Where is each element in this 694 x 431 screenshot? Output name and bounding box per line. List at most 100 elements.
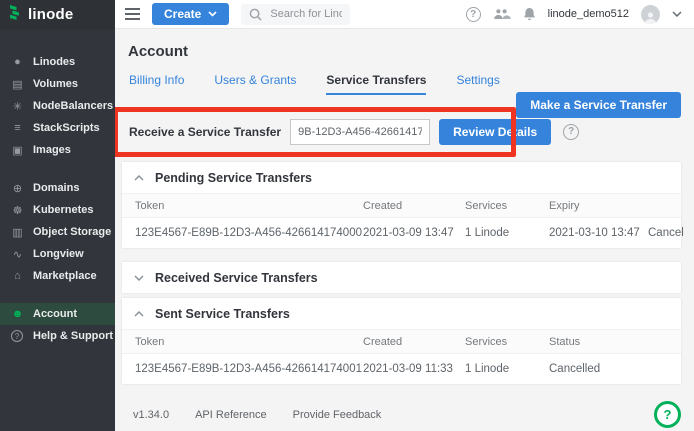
hamburger-menu-icon[interactable]	[125, 8, 140, 20]
cancel-transfer-link[interactable]: Cancel	[648, 227, 684, 239]
sidebar-item-label: StackScripts	[33, 122, 100, 134]
linode-logo[interactable]: linode	[0, 0, 115, 29]
page-title: Account	[128, 43, 681, 60]
collapse-caret-up-icon	[134, 311, 144, 317]
create-button[interactable]: Create	[152, 3, 229, 25]
column-status: Status	[549, 336, 624, 348]
sent-created-cell: 2021-03-09 11:33	[363, 363, 465, 375]
sidebar-item-label: Help & Support	[33, 330, 113, 342]
tab-billing-info[interactable]: Billing Info	[129, 73, 184, 95]
sidebar-item-volumes[interactable]: ▤ Volumes	[0, 73, 115, 95]
domain-globe-icon: ⊕	[11, 182, 24, 195]
column-expiry: Expiry	[549, 200, 624, 212]
sidebar: linode ● Linodes ▤ Volumes ✳ NodeBalance…	[0, 0, 115, 431]
search-placeholder: Search for Linodes, Volumes, NodeBalance…	[270, 8, 341, 20]
help-icon[interactable]: ?	[466, 7, 481, 22]
sidebar-item-account[interactable]: ☻ Account	[0, 303, 115, 325]
topbar: Create Search for Linodes, Volumes, Node…	[115, 0, 694, 29]
community-icon[interactable]	[493, 8, 511, 20]
sent-transfers-card: Sent Service Transfers Token Created Ser…	[122, 298, 681, 384]
received-transfers-header[interactable]: Received Service Transfers	[122, 262, 681, 293]
pending-created-cell: 2021-03-09 13:47	[363, 227, 465, 239]
receive-help-icon[interactable]: ?	[563, 124, 579, 140]
pending-expiry-cell: 2021-03-10 13:47	[549, 227, 640, 239]
column-services: Services	[465, 336, 549, 348]
tab-users-grants[interactable]: Users & Grants	[214, 73, 296, 95]
column-created: Created	[363, 200, 465, 212]
search-input[interactable]: Search for Linodes, Volumes, NodeBalance…	[241, 4, 349, 25]
receive-transfer-label: Receive a Service Transfer	[129, 125, 281, 139]
sidebar-item-label: Volumes	[33, 78, 78, 90]
avatar[interactable]	[641, 5, 660, 24]
sent-transfers-header[interactable]: Sent Service Transfers	[122, 298, 681, 329]
api-reference-link[interactable]: API Reference	[195, 409, 267, 421]
chevron-down-icon	[208, 11, 217, 17]
pending-transfers-header[interactable]: Pending Service Transfers	[122, 162, 681, 193]
sidebar-item-stackscripts[interactable]: ≡ StackScripts	[0, 117, 115, 139]
column-token: Token	[135, 200, 363, 212]
sent-status-cell: Cancelled	[549, 363, 624, 375]
sidebar-item-label: Images	[33, 144, 71, 156]
receive-transfer-row: Receive a Service Transfer Review Detail…	[129, 118, 681, 145]
received-transfers-title: Received Service Transfers	[155, 271, 318, 285]
footer: v1.34.0 API Reference Provide Feedback	[133, 409, 681, 421]
table-row: 123E4567-E89B-12D3-A456-426614174001 202…	[122, 354, 681, 384]
sent-table-header: Token Created Services Status	[122, 329, 681, 354]
sidebar-item-help-support[interactable]: ? Help & Support	[0, 325, 115, 347]
linode-icon: ●	[11, 56, 24, 68]
linode-logo-icon	[9, 4, 23, 25]
sidebar-item-label: Account	[33, 308, 77, 320]
bucket-icon: ▥	[11, 226, 24, 239]
sent-transfers-title: Sent Service Transfers	[155, 307, 290, 321]
pending-transfers-title: Pending Service Transfers	[155, 171, 312, 185]
pending-table-header: Token Created Services Expiry	[122, 193, 681, 218]
sidebar-item-label: NodeBalancers	[33, 100, 113, 112]
notifications-bell-icon[interactable]	[523, 7, 536, 21]
make-service-transfer-button[interactable]: Make a Service Transfer	[516, 92, 681, 118]
review-details-button[interactable]: Review Details	[439, 119, 551, 145]
main-content: Account Billing Info Users & Grants Serv…	[115, 29, 694, 431]
pending-token-link[interactable]: 123E4567-E89B-12D3-A456-426614174000	[135, 227, 363, 239]
pending-services-cell: 1 Linode	[465, 227, 549, 239]
waveform-icon: ∿	[11, 248, 24, 261]
image-icon: ▣	[11, 144, 24, 157]
sidebar-item-label: Longview	[33, 248, 84, 260]
tab-settings[interactable]: Settings	[456, 73, 499, 95]
collapse-caret-up-icon	[134, 175, 144, 181]
stackscript-icon: ≡	[11, 122, 24, 134]
sidebar-item-domains[interactable]: ⊕ Domains	[0, 177, 115, 199]
received-transfers-card: Received Service Transfers	[122, 262, 681, 293]
brand-name: linode	[28, 6, 73, 23]
support-chat-bubble-icon[interactable]: ?	[654, 401, 681, 428]
username[interactable]: linode_demo512	[548, 8, 629, 20]
sent-services-cell: 1 Linode	[465, 363, 549, 375]
sidebar-item-linodes[interactable]: ● Linodes	[0, 51, 115, 73]
sidebar-item-object-storage[interactable]: ▥ Object Storage	[0, 221, 115, 243]
kubernetes-wheel-icon: ☸	[11, 204, 24, 217]
nodebalancer-icon: ✳	[11, 100, 24, 113]
create-button-label: Create	[164, 7, 201, 21]
sidebar-item-marketplace[interactable]: ⌂ Marketplace	[0, 265, 115, 287]
sent-token-link[interactable]: 123E4567-E89B-12D3-A456-426614174001	[135, 363, 363, 375]
sidebar-item-label: Linodes	[33, 56, 75, 68]
provide-feedback-link[interactable]: Provide Feedback	[293, 409, 382, 421]
sidebar-item-kubernetes[interactable]: ☸ Kubernetes	[0, 199, 115, 221]
pending-transfers-card: Pending Service Transfers Token Created …	[122, 162, 681, 248]
column-services: Services	[465, 200, 549, 212]
sidebar-item-nodebalancers[interactable]: ✳ NodeBalancers	[0, 95, 115, 117]
sidebar-item-longview[interactable]: ∿ Longview	[0, 243, 115, 265]
tab-service-transfers[interactable]: Service Transfers	[326, 73, 426, 95]
column-created: Created	[363, 336, 465, 348]
help-circle-icon: ?	[11, 330, 24, 342]
column-token: Token	[135, 336, 363, 348]
search-icon	[249, 8, 262, 21]
transfer-token-input[interactable]	[290, 119, 430, 145]
collapse-caret-down-icon	[134, 275, 144, 281]
sidebar-item-images[interactable]: ▣ Images	[0, 139, 115, 161]
account-person-icon: ☻	[11, 308, 24, 320]
sidebar-item-label: Marketplace	[33, 270, 97, 282]
sidebar-item-label: Kubernetes	[33, 204, 94, 216]
sidebar-item-label: Object Storage	[33, 226, 111, 238]
volume-icon: ▤	[11, 78, 24, 91]
user-menu-chevron-icon[interactable]	[672, 11, 682, 17]
